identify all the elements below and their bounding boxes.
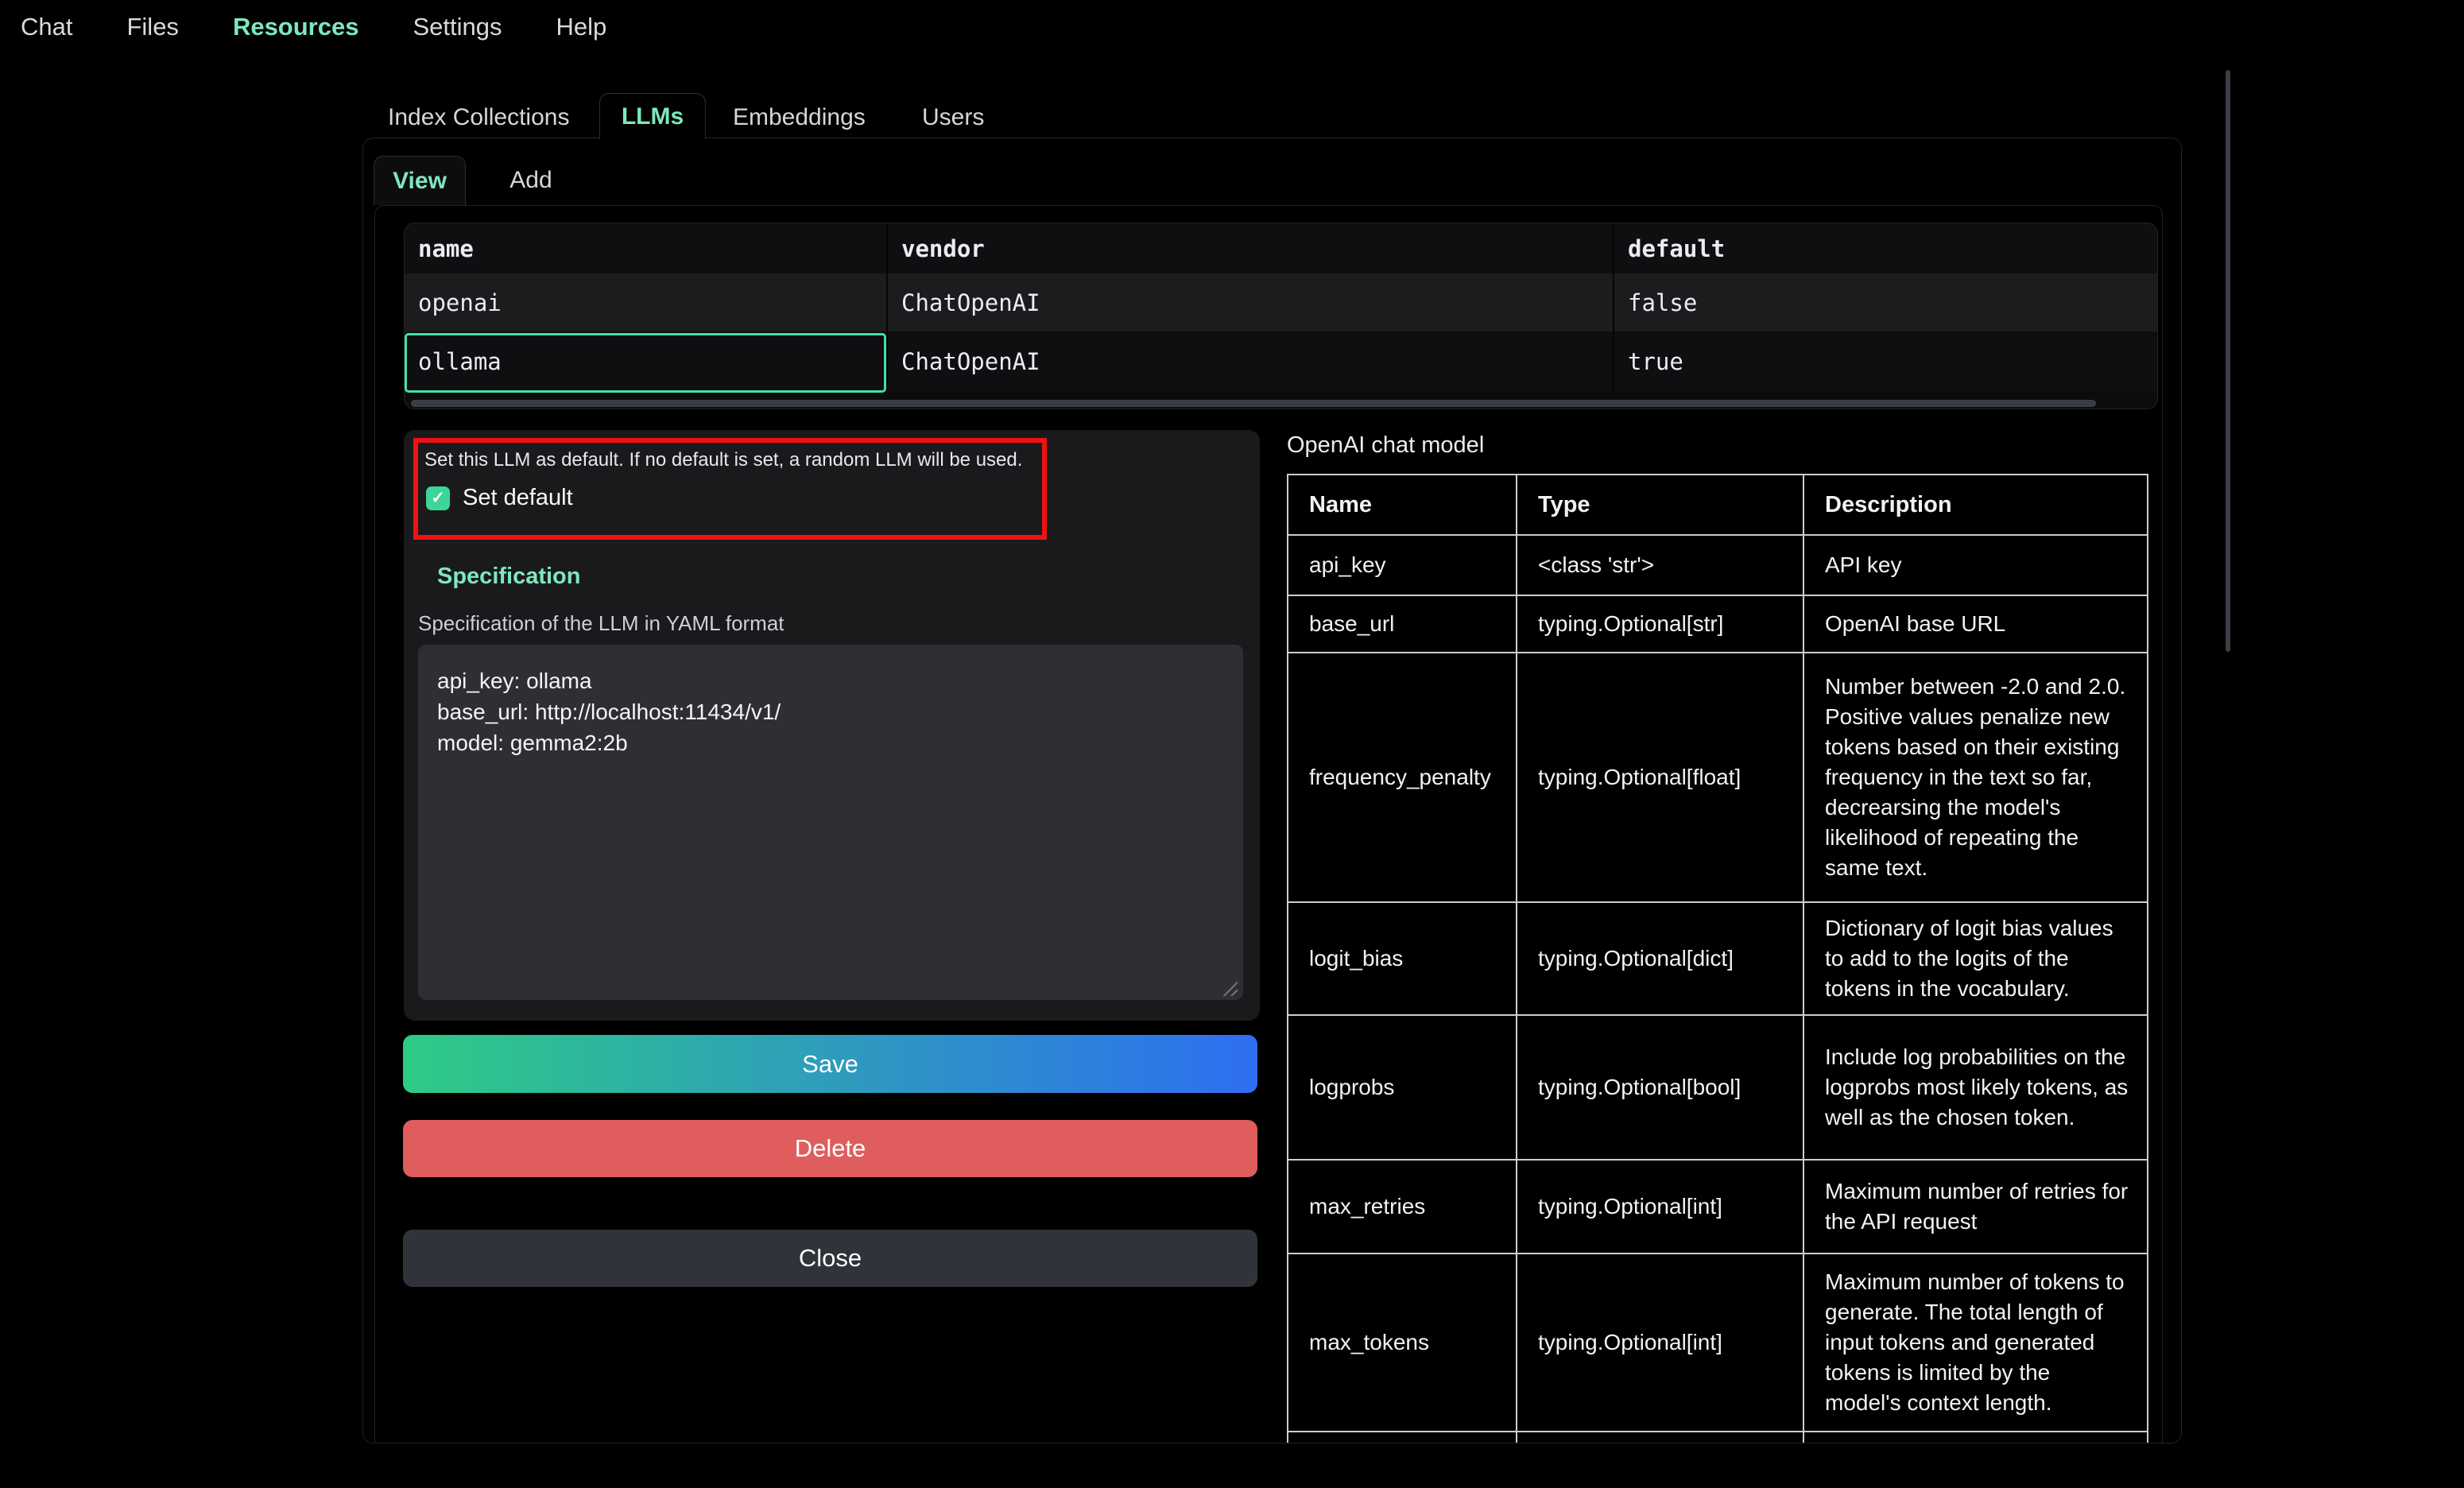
app-root: Chat Files Resources Settings Help Index…: [0, 0, 2464, 1488]
llm-col-name: name: [405, 223, 886, 273]
save-button[interactable]: Save: [403, 1035, 1257, 1093]
set-default-label: Set default: [463, 485, 573, 511]
default-hint-text: Set this LLM as default. If no default i…: [424, 449, 1042, 471]
params-header-row: Name Type Description: [1288, 475, 2148, 535]
tab-llms[interactable]: LLMs: [599, 93, 706, 139]
param-description: OpenAI base URL: [1803, 595, 2148, 653]
subtab-view-label: View: [393, 168, 447, 195]
tab-index-collections[interactable]: Index Collections: [388, 104, 569, 131]
param-type: typing.Optional[bool]: [1517, 1015, 1803, 1160]
subtab-add[interactable]: Add: [479, 156, 583, 205]
llm-col-default: default: [1613, 223, 2158, 273]
param-description: Dictionary of logit bias values to add t…: [1803, 902, 2148, 1015]
param-row-frequency-penalty: frequency_penalty typing.Optional[float]…: [1288, 653, 2148, 902]
param-name: api_key: [1288, 535, 1517, 595]
delete-button[interactable]: Delete: [403, 1120, 1257, 1177]
param-description: Number between -2.0 and 2.0. Positive va…: [1803, 653, 2148, 902]
vertical-scrollbar-thumb[interactable]: [2226, 70, 2230, 652]
llm-table-header-row: name vendor default: [405, 223, 2158, 273]
specification-heading: Specification: [437, 564, 581, 590]
llms-panel: View Add name vendor default openai Chat…: [362, 138, 2182, 1443]
annotation-highlight-box: Set this LLM as default. If no default i…: [413, 438, 1047, 540]
model-params-table: Name Type Description api_key <class 'st…: [1287, 474, 2148, 1443]
tab-embeddings[interactable]: Embeddings: [733, 104, 866, 131]
llm-detail-card: Set this LLM as default. If no default i…: [404, 430, 1260, 1021]
params-col-description: Description: [1803, 475, 2148, 535]
param-description: API key: [1803, 535, 2148, 595]
llm-row-openai[interactable]: openai ChatOpenAI false: [405, 273, 2158, 331]
param-row-api-key: api_key <class 'str'> API key: [1288, 535, 2148, 595]
yaml-spec-input[interactable]: api_key: ollama base_url: http://localho…: [418, 645, 1243, 1000]
param-row-max-tokens: max_tokens typing.Optional[int] Maximum …: [1288, 1254, 2148, 1432]
set-default-checkbox-row[interactable]: ✓ Set default: [426, 485, 1042, 511]
top-nav: Chat Files Resources Settings Help: [21, 13, 606, 41]
param-row-max-retries: max_retries typing.Optional[int] Maximum…: [1288, 1160, 2148, 1254]
resize-handle-icon[interactable]: [1221, 979, 1238, 996]
llm-col-vendor: vendor: [886, 223, 1613, 273]
param-type: typing.Optional[int]: [1517, 1160, 1803, 1254]
param-description: Maximum number of retries for the API re…: [1803, 1160, 2148, 1254]
param-type: typing.Optional[int]: [1517, 1254, 1803, 1432]
params-col-name: Name: [1288, 475, 1517, 535]
tab-llms-label: LLMs: [622, 103, 684, 130]
set-default-checkbox[interactable]: ✓: [426, 486, 450, 510]
subtab-view[interactable]: View: [374, 156, 466, 205]
param-type: typing.Optional[str]: [1517, 595, 1803, 653]
param-name: max_tokens: [1288, 1254, 1517, 1432]
check-icon: ✓: [431, 490, 445, 506]
param-row-clipped: [1288, 1432, 2148, 1443]
param-name: frequency_penalty: [1288, 653, 1517, 902]
llm-cell-name[interactable]: openai: [405, 273, 886, 331]
param-name: logprobs: [1288, 1015, 1517, 1160]
param-description: Maximum number of tokens to generate. Th…: [1803, 1254, 2148, 1432]
view-tab-content: name vendor default openai ChatOpenAI fa…: [374, 205, 2163, 1443]
param-name: base_url: [1288, 595, 1517, 653]
nav-item-help[interactable]: Help: [556, 13, 606, 41]
param-row-logit-bias: logit_bias typing.Optional[dict] Diction…: [1288, 902, 2148, 1015]
llm-cell-name[interactable]: ollama: [405, 331, 886, 391]
nav-item-resources[interactable]: Resources: [233, 13, 359, 41]
tab-users[interactable]: Users: [922, 104, 984, 131]
param-name: max_retries: [1288, 1160, 1517, 1254]
specification-caption: Specification of the LLM in YAML format: [418, 611, 785, 636]
nav-item-files[interactable]: Files: [126, 13, 178, 41]
llm-row-ollama[interactable]: ollama ChatOpenAI true: [405, 331, 2158, 391]
llm-list-table: name vendor default openai ChatOpenAI fa…: [404, 223, 2158, 409]
model-panel-title: OpenAI chat model: [1287, 432, 1484, 459]
llm-cell-vendor[interactable]: ChatOpenAI: [886, 331, 1613, 391]
param-row-logprobs: logprobs typing.Optional[bool] Include l…: [1288, 1015, 2148, 1160]
llm-cell-default[interactable]: true: [1613, 331, 2158, 391]
params-col-type: Type: [1517, 475, 1803, 535]
param-description: Include log probabilities on the logprob…: [1803, 1015, 2148, 1160]
param-row-base-url: base_url typing.Optional[str] OpenAI bas…: [1288, 595, 2148, 653]
param-type: typing.Optional[float]: [1517, 653, 1803, 902]
param-type: typing.Optional[dict]: [1517, 902, 1803, 1015]
param-name: logit_bias: [1288, 902, 1517, 1015]
llm-cell-vendor[interactable]: ChatOpenAI: [886, 273, 1613, 331]
horizontal-scrollbar-thumb[interactable]: [411, 400, 2096, 407]
close-button[interactable]: Close: [403, 1230, 1257, 1287]
llm-cell-default[interactable]: false: [1613, 273, 2158, 331]
param-type: <class 'str'>: [1517, 535, 1803, 595]
nav-item-chat[interactable]: Chat: [21, 13, 72, 41]
nav-item-settings[interactable]: Settings: [413, 13, 502, 41]
